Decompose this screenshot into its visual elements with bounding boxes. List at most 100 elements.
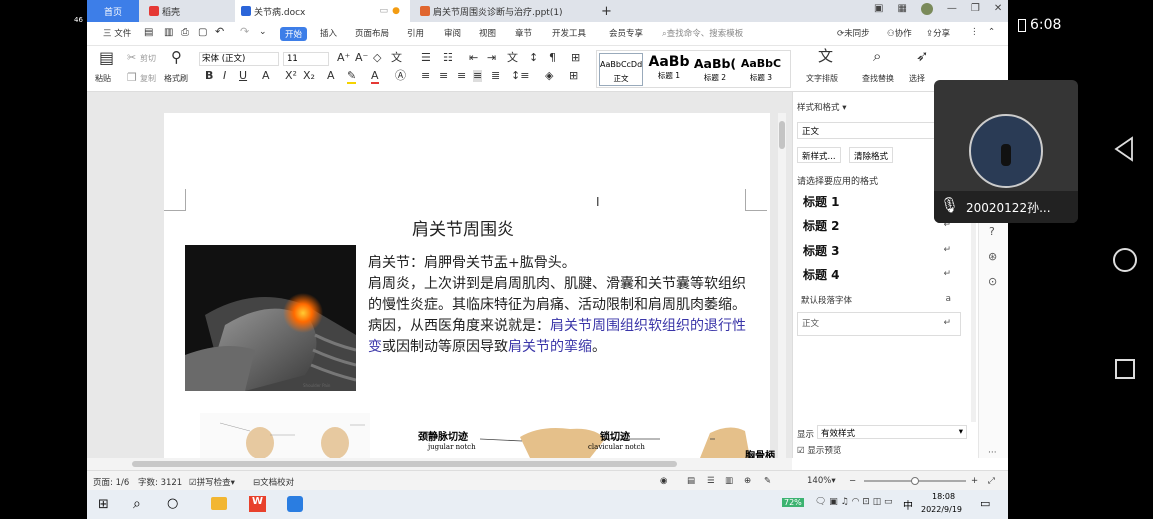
menu-section[interactable]: 章节 — [515, 27, 532, 39]
tab-home[interactable]: 首页 — [87, 0, 139, 22]
subscript-icon[interactable]: X₂ — [303, 70, 315, 82]
task-view-icon[interactable]: ○ — [167, 496, 178, 511]
text-layout-icon[interactable]: 文 — [818, 49, 833, 64]
outline-view-icon[interactable]: ☰ — [707, 476, 715, 486]
nav-home-icon[interactable] — [1113, 248, 1137, 272]
file-explorer-icon[interactable] — [211, 497, 227, 510]
quick-export-icon[interactable]: ▥ — [164, 27, 173, 39]
style-heading-2[interactable]: AaBb( 标题 2 — [692, 53, 738, 86]
maximize-icon[interactable]: ❐ — [971, 3, 980, 19]
menu-start[interactable]: 开始 — [280, 27, 308, 41]
align-right-icon[interactable]: ≡ — [457, 70, 466, 82]
bullets-icon[interactable]: ☰ — [421, 52, 431, 64]
eye-protect-icon[interactable]: ◉ — [660, 476, 667, 486]
zoom-out-icon[interactable]: − — [849, 476, 856, 486]
quick-print-icon[interactable]: ⎙ — [181, 27, 189, 39]
clock-time[interactable]: 18:08 — [932, 492, 955, 501]
select-label[interactable]: 选择 — [909, 73, 925, 84]
more-dots-icon[interactable]: ··· — [988, 448, 997, 458]
menu-review[interactable]: 审阅 — [444, 27, 461, 39]
redo-icon[interactable]: ↷ — [240, 26, 249, 38]
menu-view[interactable]: 视图 — [479, 27, 496, 39]
align-center-icon[interactable]: ≡ — [439, 70, 448, 82]
bold-icon[interactable]: B — [205, 70, 213, 82]
style-list-heading-2[interactable]: 标题 2 — [803, 217, 840, 234]
collab-button[interactable]: ⚇协作 — [887, 27, 912, 39]
nav-recents-icon[interactable] — [1115, 359, 1135, 379]
tab-doc[interactable]: 关节病.docx ▭ ● — [235, 0, 410, 22]
tab-daoke[interactable]: 稻壳 — [143, 0, 233, 22]
shading-icon[interactable]: ◈ — [545, 70, 553, 82]
bone-image-left[interactable] — [200, 413, 370, 459]
tab-ppt[interactable]: 肩关节周围炎诊断与治疗.ppt(1) — [414, 0, 589, 22]
menu-file[interactable]: 三 文件 — [103, 27, 131, 39]
format-painter-label[interactable]: 格式刷 — [164, 73, 188, 84]
copy-icon[interactable]: ❐ — [127, 72, 137, 84]
minimize-icon[interactable]: — — [947, 3, 957, 19]
style-heading-1[interactable]: AaBb 标题 1 — [646, 53, 692, 86]
wps-app-icon[interactable]: W — [249, 496, 266, 512]
document-page[interactable]: I 肩关节周围炎 Shoulder Pain 肩关节：肩胛骨关节盂+肱骨头。 肩… — [164, 113, 775, 462]
cut-icon[interactable]: ✂ — [127, 52, 136, 64]
shrink-font-icon[interactable]: A⁻ — [355, 52, 368, 64]
word-count[interactable]: 字数: 3121 — [138, 476, 182, 488]
chinese-layout-icon[interactable]: 文 — [507, 52, 518, 64]
undo-icon[interactable]: ↶ — [215, 26, 224, 38]
menu-dev-tools[interactable]: 开发工具 — [552, 27, 586, 39]
sort-icon[interactable]: ↕ — [529, 52, 538, 64]
style-list-default-font[interactable]: 默认段落字体 — [801, 294, 852, 306]
paste-icon[interactable]: ▤ — [99, 50, 114, 66]
style-heading-3[interactable]: AaBbC 标题 3 — [738, 53, 784, 86]
page-view-icon[interactable]: ▤ — [687, 476, 695, 486]
clock-date[interactable]: 2022/9/19 — [921, 505, 962, 514]
paste-label[interactable]: 粘贴 — [95, 73, 111, 84]
find-replace-label[interactable]: 查找替换 — [862, 73, 894, 84]
strikethrough-icon[interactable]: A — [262, 70, 270, 82]
quick-access-chevron-icon[interactable]: ⌄ — [259, 26, 267, 38]
sync-status[interactable]: ⟳未同步 — [837, 27, 870, 39]
justify-icon[interactable]: ≡ — [473, 70, 483, 82]
vertical-scroll-thumb[interactable] — [779, 121, 785, 149]
avatar-icon[interactable] — [920, 3, 933, 15]
restore-layout-icon[interactable]: ▣ — [874, 3, 883, 19]
meeting-app-icon[interactable] — [287, 496, 303, 512]
find-replace-icon[interactable]: ⌕ — [873, 49, 881, 64]
grid-icon[interactable]: ▦ — [897, 3, 906, 19]
show-select[interactable]: 有效样式 ▾ — [817, 425, 967, 439]
indent-icon[interactable]: ⇥ — [487, 52, 496, 64]
notification-icon[interactable]: ▭ — [980, 497, 990, 510]
distribute-icon[interactable]: ≣ — [491, 70, 500, 82]
quick-save-icon[interactable]: ▤ — [144, 27, 153, 39]
new-style-button[interactable]: 新样式... — [797, 147, 841, 163]
copy-label[interactable]: 复制 — [140, 73, 156, 84]
highlight-icon[interactable]: ✎ — [347, 70, 357, 84]
share-button[interactable]: ⇪分享 — [926, 27, 950, 39]
fullscreen-icon[interactable]: ⤢ — [988, 476, 995, 486]
menu-member[interactable]: 会员专享 — [609, 27, 643, 39]
menu-layout[interactable]: 页面布局 — [355, 27, 389, 39]
font-color-icon[interactable]: A — [371, 70, 379, 84]
grow-font-icon[interactable]: A⁺ — [337, 52, 350, 64]
shoulder-xray-image[interactable]: Shoulder Pain — [185, 245, 356, 391]
font-name-select[interactable]: 宋体 (正文) — [199, 52, 279, 66]
show-marks-icon[interactable]: ¶ — [549, 52, 556, 64]
monitor-icon[interactable]: ▭ — [379, 6, 388, 16]
new-tab-button[interactable]: + — [599, 0, 615, 22]
border-icon[interactable]: ⊞ — [571, 52, 580, 64]
cut-label[interactable]: 剪切 — [140, 53, 156, 64]
clear-format-button[interactable]: 清除格式 — [849, 147, 894, 163]
italic-icon[interactable]: I — [223, 70, 226, 82]
text-effect-icon[interactable]: A — [327, 70, 335, 82]
ime-indicator[interactable]: 中 — [903, 497, 913, 512]
align-left-icon[interactable]: ≡ — [421, 70, 430, 82]
microphone-icon[interactable]: 🎙 — [940, 196, 959, 214]
windows-start-icon[interactable]: ⊞ — [98, 497, 109, 512]
help-icon[interactable]: ? — [989, 225, 995, 238]
zoom-in-icon[interactable]: + — [971, 476, 978, 486]
quick-preview-icon[interactable]: ▢ — [198, 27, 207, 39]
close-icon[interactable]: ✕ — [994, 3, 1002, 19]
nav-back-icon[interactable] — [1112, 136, 1136, 165]
command-search[interactable]: ⌕查找命令、搜索模板 — [662, 27, 743, 39]
menu-references[interactable]: 引用 — [407, 27, 424, 39]
taskbar-search-icon[interactable]: ⌕ — [133, 496, 141, 512]
